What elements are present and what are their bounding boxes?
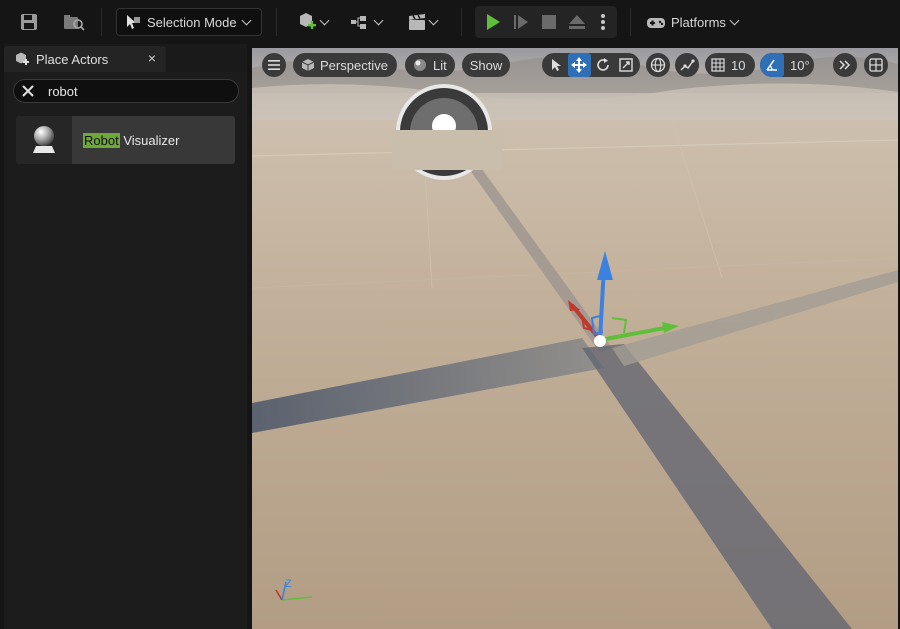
main-toolbar: Selection Mode Platforms <box>0 0 900 44</box>
rotation-snap-dropdown[interactable]: 10° <box>760 53 814 77</box>
close-icon[interactable]: × <box>148 50 156 66</box>
search-result-label: Robot Visualizer <box>83 132 180 148</box>
browse-content-icon[interactable] <box>60 8 88 36</box>
chevron-down-icon <box>729 15 740 25</box>
show-dropdown[interactable]: Show <box>462 53 510 77</box>
surface-snap-icon <box>680 59 695 71</box>
more-options-icon[interactable] <box>591 8 615 36</box>
robot-visualizer-icon <box>33 126 55 153</box>
double-chevron-right-icon <box>839 60 851 70</box>
clapperboard-icon <box>409 14 425 30</box>
stop-icon[interactable] <box>535 8 563 36</box>
toolbar-divider <box>461 8 462 36</box>
add-actor-dropdown[interactable] <box>292 8 332 36</box>
actor-thumbnail <box>16 116 72 164</box>
angle-icon <box>766 59 777 71</box>
perspective-dropdown[interactable]: Perspective <box>293 53 397 77</box>
selection-mode-icon <box>127 15 140 29</box>
chevron-down-icon <box>428 15 439 25</box>
level-viewport[interactable]: Z <box>252 48 898 629</box>
axis-z-label: Z <box>285 578 292 590</box>
chevron-down-icon <box>319 15 330 25</box>
play-controls <box>475 6 617 38</box>
platforms-dropdown[interactable]: Platforms <box>646 8 740 36</box>
lit-label: Lit <box>433 57 447 73</box>
cube-icon <box>301 59 315 71</box>
scale-tool-icon[interactable] <box>615 53 639 77</box>
advance-frame-icon[interactable] <box>507 8 535 36</box>
lit-dropdown[interactable]: Lit <box>405 53 455 77</box>
more-viewport-options[interactable] <box>833 53 857 77</box>
save-icon[interactable] <box>15 8 43 36</box>
toolbar-divider <box>630 8 631 36</box>
rotate-tool-icon[interactable] <box>591 53 615 77</box>
viewport-layout-button[interactable] <box>864 53 888 77</box>
transform-tools-group <box>542 53 640 77</box>
platforms-label: Platforms <box>671 14 726 30</box>
blueprint-dropdown[interactable] <box>346 8 386 36</box>
actor-search-box <box>13 79 239 103</box>
toolbar-divider <box>276 8 277 36</box>
tab-place-actors[interactable]: Place Actors × <box>4 46 166 72</box>
clear-search-icon[interactable] <box>14 80 42 102</box>
tab-title: Place Actors <box>36 51 109 67</box>
play-icon[interactable] <box>479 8 507 36</box>
add-actor-icon <box>300 13 316 29</box>
viewport-scene: Z <box>252 48 898 629</box>
rotation-snap-toggle[interactable] <box>760 53 784 77</box>
viewport-menu-button[interactable] <box>262 53 286 77</box>
chevron-down-icon <box>373 15 384 25</box>
select-tool-icon[interactable] <box>544 53 568 77</box>
globe-icon <box>650 57 666 73</box>
surface-snapping-toggle[interactable] <box>675 53 699 77</box>
chevron-down-icon <box>241 15 252 25</box>
cinematics-dropdown[interactable] <box>402 8 442 36</box>
selection-mode-dropdown[interactable]: Selection Mode <box>116 8 262 36</box>
lit-sphere-icon <box>414 59 426 71</box>
place-actors-icon <box>16 52 29 65</box>
world-local-toggle[interactable] <box>646 53 670 77</box>
rotation-snap-value: 10° <box>790 57 810 73</box>
layout-icon <box>869 58 883 72</box>
gamepad-icon <box>647 18 665 28</box>
move-tool-icon[interactable] <box>567 53 591 77</box>
search-result-robot-visualizer[interactable]: Robot Visualizer <box>16 116 235 164</box>
grid-snap-value: 10 <box>731 57 746 73</box>
perspective-label: Perspective <box>320 57 388 73</box>
search-input[interactable] <box>48 83 228 99</box>
grid-icon <box>711 58 725 72</box>
show-label: Show <box>469 57 503 73</box>
hamburger-icon <box>268 60 280 70</box>
search-result-rest: Visualizer <box>119 132 180 148</box>
toolbar-divider <box>101 8 102 36</box>
blueprint-icon <box>351 16 366 29</box>
eject-icon[interactable] <box>563 8 591 36</box>
grid-snap-dropdown[interactable]: 10 <box>705 53 755 77</box>
selection-mode-label: Selection Mode <box>147 14 237 30</box>
search-match-highlight: Robot <box>83 132 120 148</box>
